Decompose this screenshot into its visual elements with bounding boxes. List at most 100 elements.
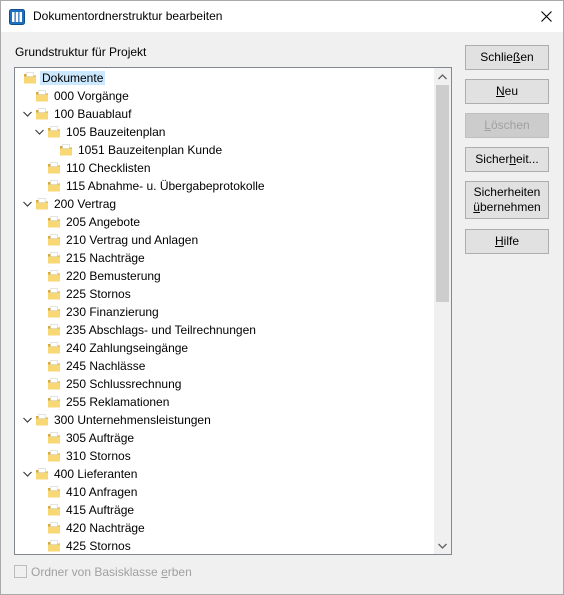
tree-node[interactable]: 225 Stornos (15, 285, 433, 303)
tree-node-label: 210 Vertrag und Anlagen (66, 233, 199, 247)
tree-node-label: 100 Bauablauf (54, 107, 132, 121)
folder-icon (47, 179, 61, 193)
tree-node[interactable]: Dokumente (15, 69, 433, 87)
inherit-folders-label: Ordner von Basisklasse erben (31, 565, 192, 579)
dialog-window: Dokumentordnerstruktur bearbeiten Grunds… (0, 0, 564, 595)
tree-node-label: 105 Bauzeitenplan (66, 125, 166, 139)
tree-node[interactable]: 255 Reklamationen (15, 393, 433, 411)
chevron-up-icon (438, 73, 447, 79)
folder-icon (47, 287, 61, 301)
folder-icon (35, 89, 49, 103)
help-button-label: Hilfe (494, 234, 519, 248)
tree-node[interactable]: 205 Angebote (15, 213, 433, 231)
tree-node[interactable]: 250 Schlussrechnung (15, 375, 433, 393)
close-button[interactable]: Schließen (465, 45, 549, 70)
scroll-down-button[interactable] (434, 537, 451, 554)
folder-tree[interactable]: Dokumente 000 Vorgänge 100 Bauablauf 105 Ba… (14, 67, 452, 555)
tree-node[interactable]: 410 Anfragen (15, 483, 433, 501)
tree-node-label: 225 Stornos (66, 287, 131, 301)
tree-node-label: 110 Checklisten (66, 161, 151, 175)
tree-node-label: 420 Nachträge (66, 521, 145, 535)
chevron-down-icon[interactable] (21, 107, 33, 121)
folder-icon (23, 71, 37, 85)
app-icon (9, 9, 25, 25)
folder-icon (47, 233, 61, 247)
chevron-down-icon[interactable] (21, 467, 33, 481)
help-button[interactable]: Hilfe (465, 229, 549, 254)
tree-node[interactable]: 200 Vertrag (15, 195, 433, 213)
folder-icon (47, 503, 61, 517)
security-button-label: Sicherheit... (475, 152, 539, 166)
folder-icon (47, 161, 61, 175)
folder-icon (47, 305, 61, 319)
tree-node-label: 245 Nachlässe (66, 359, 146, 373)
title-bar[interactable]: Dokumentordnerstruktur bearbeiten (1, 1, 563, 32)
delete-button[interactable]: Löschen (465, 113, 549, 138)
new-button[interactable]: Neu (465, 79, 549, 104)
tree-node-label: 230 Finanzierung (66, 305, 159, 319)
security-button[interactable]: Sicherheit... (465, 147, 549, 172)
tree-node[interactable]: 230 Finanzierung (15, 303, 433, 321)
folder-icon (47, 341, 61, 355)
folder-icon (47, 359, 61, 373)
tree-node[interactable]: 105 Bauzeitenplan (15, 123, 433, 141)
tree-node[interactable]: 245 Nachlässe (15, 357, 433, 375)
tree-node-label: 255 Reklamationen (66, 395, 170, 409)
tree-node-label: 300 Unternehmensleistungen (54, 413, 211, 427)
chevron-down-icon (438, 543, 447, 549)
folder-icon (47, 125, 61, 139)
delete-button-label: Löschen (484, 118, 530, 132)
tree-node[interactable]: 210 Vertrag und Anlagen (15, 231, 433, 249)
tree-vertical-scrollbar[interactable] (434, 68, 451, 554)
chevron-down-icon[interactable] (21, 413, 33, 427)
window-title: Dokumentordnerstruktur bearbeiten (33, 9, 223, 23)
tree-node-label: 305 Aufträge (66, 431, 135, 445)
tree-node[interactable]: 300 Unternehmensleistungen (15, 411, 433, 429)
adopt-security-line2: übernehmen (473, 200, 541, 214)
tree-node[interactable]: 000 Vorgänge (15, 87, 433, 105)
folder-icon (47, 395, 61, 409)
tree-node[interactable]: 425 Stornos (15, 537, 433, 554)
tree-node-label: 200 Vertrag (54, 197, 117, 211)
window-close-button[interactable] (529, 1, 563, 32)
tree-node-label: Dokumente (40, 71, 106, 85)
tree-node-label: 400 Lieferanten (54, 467, 138, 481)
folder-icon (47, 251, 61, 265)
scroll-up-button[interactable] (434, 68, 451, 85)
adopt-security-line1: Sicherheiten (473, 185, 541, 199)
tree-node-label: 425 Stornos (66, 539, 131, 553)
tree-node-label: 250 Schlussrechnung (66, 377, 182, 391)
tree-node-label: 220 Bemusterung (66, 269, 161, 283)
adopt-security-button[interactable]: Sicherheiten übernehmen (465, 181, 549, 219)
tree-node[interactable]: 110 Checklisten (15, 159, 433, 177)
tree-node[interactable]: 310 Stornos (15, 447, 433, 465)
structure-group-label: Grundstruktur für Projekt (15, 45, 147, 59)
tree-node[interactable]: 215 Nachträge (15, 249, 433, 267)
chevron-down-icon[interactable] (21, 197, 33, 211)
inherit-folders-checkbox[interactable] (14, 565, 27, 578)
folder-icon (47, 485, 61, 499)
folder-icon (47, 269, 61, 283)
tree-node-label: 215 Nachträge (66, 251, 145, 265)
close-button-label: Schließen (480, 50, 534, 64)
tree-node[interactable]: 1051 Bauzeitenplan Kunde (15, 141, 433, 159)
tree-node[interactable]: 420 Nachträge (15, 519, 433, 537)
scroll-thumb[interactable] (436, 85, 449, 302)
tree-node[interactable]: 220 Bemusterung (15, 267, 433, 285)
tree-node[interactable]: 100 Bauablauf (15, 105, 433, 123)
tree-node-label: 000 Vorgänge (54, 89, 129, 103)
chevron-down-icon[interactable] (33, 125, 45, 139)
tree-node[interactable]: 115 Abnahme- u. Übergabeprotokolle (15, 177, 433, 195)
folder-icon (47, 521, 61, 535)
folder-icon (47, 377, 61, 391)
tree-node[interactable]: 240 Zahlungseingänge (15, 339, 433, 357)
tree-rows: Dokumente 000 Vorgänge 100 Bauablauf 105 Ba… (15, 69, 433, 554)
tree-node[interactable]: 415 Aufträge (15, 501, 433, 519)
tree-node[interactable]: 305 Aufträge (15, 429, 433, 447)
tree-node-label: 235 Abschlags- und Teilrechnungen (66, 323, 256, 337)
folder-icon (47, 215, 61, 229)
new-button-label: Neu (495, 84, 519, 98)
tree-node[interactable]: 400 Lieferanten (15, 465, 433, 483)
tree-node[interactable]: 235 Abschlags- und Teilrechnungen (15, 321, 433, 339)
tree-node-label: 240 Zahlungseingänge (66, 341, 189, 355)
